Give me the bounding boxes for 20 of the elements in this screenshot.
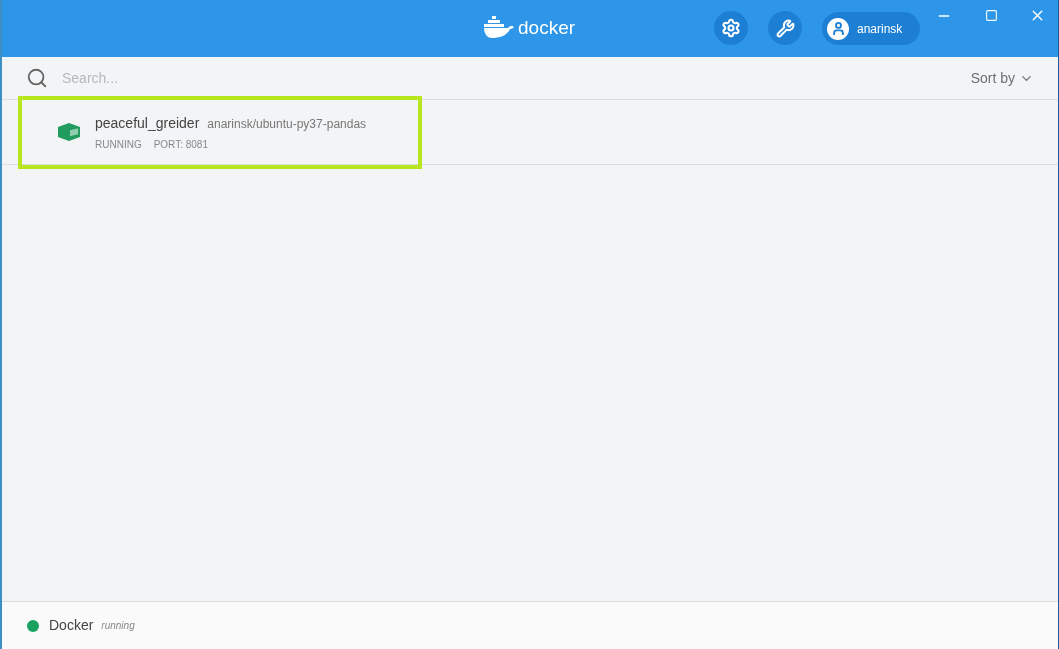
wrench-icon — [775, 18, 795, 38]
app-state: running — [101, 619, 135, 633]
account-button[interactable]: anarinsk — [822, 12, 920, 45]
user-avatar-icon — [827, 17, 849, 40]
app-name: Docker — [49, 616, 94, 635]
status-text: RUNNING — [95, 137, 142, 152]
container-row[interactable]: peaceful_greider anarinsk/ubuntu-py37-pandas RUNNING PORT: 8081 — [2, 100, 1058, 165]
logo-text: docker — [518, 17, 576, 37]
tools-button[interactable] — [768, 11, 802, 45]
image-name: anarinsk/ubuntu-py37-pandas — [207, 115, 367, 133]
sort-dropdown[interactable]: Sort by — [970, 67, 1034, 89]
port-text: PORT: 8081 — [153, 137, 208, 152]
search-icon — [26, 67, 48, 89]
whale-logo-icon — [484, 16, 514, 38]
maximize-icon[interactable] — [985, 9, 998, 22]
settings-icon — [721, 18, 741, 38]
settings-button[interactable] — [714, 11, 748, 45]
container-icon — [58, 123, 80, 141]
search-field[interactable]: Search... — [62, 67, 971, 89]
container-name: peaceful_greider — [95, 113, 200, 133]
